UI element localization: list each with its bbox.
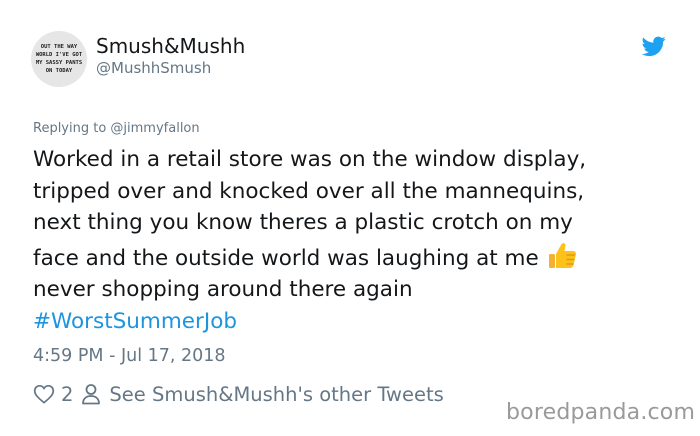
tweet-text: Worked in a retail store was on the wind… [33, 144, 683, 337]
avatar-text-line: ON TODAY [45, 68, 73, 74]
tweet-line: Worked in a retail store was on the wind… [33, 147, 587, 172]
replying-to[interactable]: Replying to @jimmyfallon [33, 120, 200, 138]
tweet-line: never shopping around there again [33, 277, 413, 302]
hashtag-link[interactable]: #WorstSummerJob [33, 306, 683, 338]
other-tweets-link[interactable]: See Smush&Mushh's other Tweets [109, 383, 443, 406]
avatar-text-line: WORLD I'VE GOT [35, 52, 83, 58]
tweet-card: OUT THE WAY WORLD I'VE GOT MY SASSY PANT… [0, 0, 700, 436]
watermark: boredpanda.com [506, 400, 696, 425]
tweet-line-with-emoji: face and the outside world was laughing … [33, 239, 683, 275]
thumbs-up-emoji-icon [548, 242, 576, 268]
like-count[interactable]: 2 [61, 383, 73, 406]
avatar-text-line: OUT THE WAY [40, 44, 78, 50]
avatar-text-line: MY SASSY PANTS [35, 60, 83, 66]
twitter-bird-icon[interactable] [640, 34, 668, 58]
tweet-line: face and the outside world was laughing … [33, 245, 539, 271]
tweet-timestamp[interactable]: 4:59 PM - Jul 17, 2018 [33, 345, 226, 367]
user-handle[interactable]: @MushhSmush [96, 58, 211, 78]
avatar[interactable]: OUT THE WAY WORLD I'VE GOT MY SASSY PANT… [31, 31, 87, 87]
user-display-name[interactable]: Smush&Mushh [96, 34, 245, 58]
person-icon [82, 384, 101, 405]
tweet-line: next thing you know theres a plastic cro… [33, 210, 573, 235]
heart-icon[interactable] [33, 384, 55, 404]
tweet-line: tripped over and knocked over all the ma… [33, 178, 585, 204]
tweet-actions: 2 See Smush&Mushh's other Tweets [33, 381, 444, 407]
